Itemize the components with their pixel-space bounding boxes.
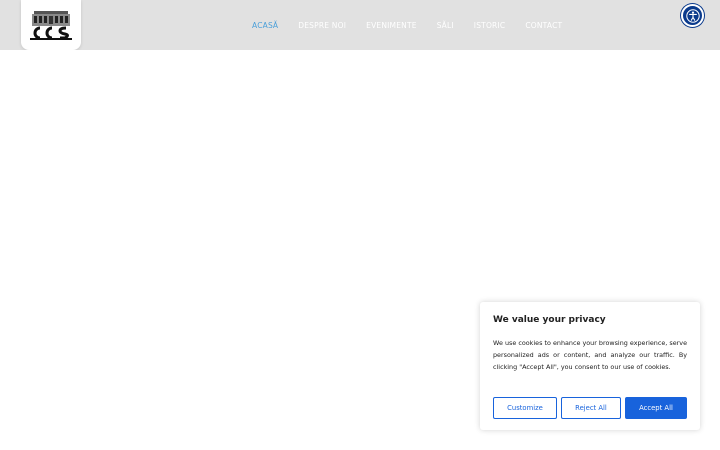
accessibility-icon	[685, 8, 700, 23]
cookie-description: We use cookies to enhance your browsing …	[493, 339, 687, 371]
accessibility-button[interactable]	[681, 4, 704, 27]
site-logo[interactable]	[21, 0, 81, 50]
accept-all-button[interactable]: Accept All	[625, 397, 687, 419]
nav-item-istoric[interactable]: ISTORIC	[474, 21, 506, 30]
nav-item-contact[interactable]: CONTACT	[525, 21, 562, 30]
customize-button[interactable]: Customize	[493, 397, 557, 419]
cookie-title: We value your privacy	[493, 315, 606, 325]
reject-all-button[interactable]: Reject All	[561, 397, 621, 419]
nav-item-despre-noi[interactable]: DESPRE NOI	[298, 21, 346, 30]
building-logo-icon	[30, 11, 72, 40]
nav-item-acasa[interactable]: ACASĂ	[252, 21, 278, 30]
cookie-buttons: Customize Reject All Accept All	[493, 397, 687, 419]
main-navigation: ACASĂ DESPRE NOI EVENIMENTE SĂLI ISTORIC…	[252, 0, 582, 50]
nav-item-sali[interactable]: SĂLI	[437, 21, 454, 30]
site-header: ACASĂ DESPRE NOI EVENIMENTE SĂLI ISTORIC…	[0, 0, 720, 50]
nav-item-evenimente[interactable]: EVENIMENTE	[366, 21, 417, 30]
cookie-consent-banner: We value your privacy We use cookies to …	[480, 302, 700, 430]
